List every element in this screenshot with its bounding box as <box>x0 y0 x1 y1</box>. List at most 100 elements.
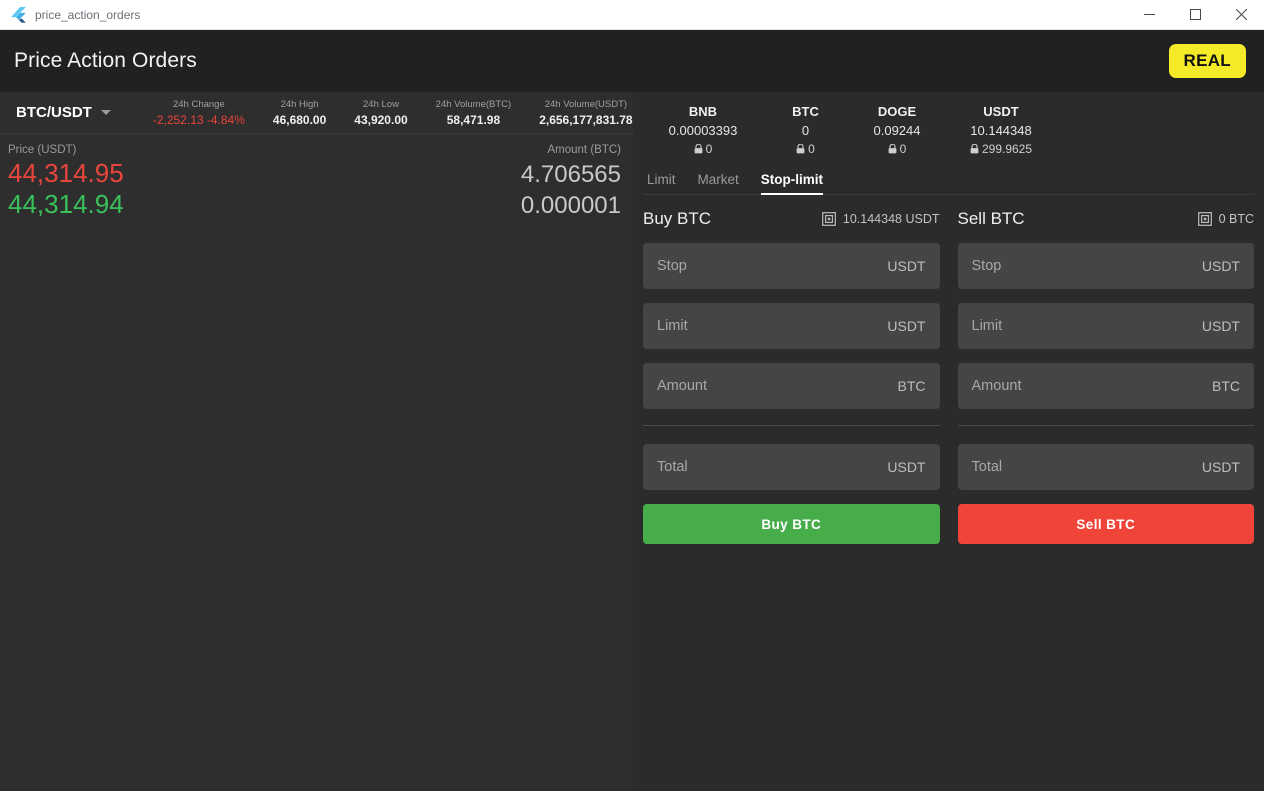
main-body: BTC/USDT 24h Change -2,252.13 -4.84% 24h… <box>0 92 1264 791</box>
stat-label: 24h Change <box>172 98 225 110</box>
buy-amount-placeholder: Amount <box>657 378 707 394</box>
sell-limit-field[interactable]: Limit USDT <box>957 303 1254 349</box>
trade-pane: BNB 0.00003393 0 BTC 0 0 DOGE 0.09244 0 … <box>633 92 1264 791</box>
balance-locked-value: 0 <box>705 142 713 156</box>
stat-24h-volume-usdt: 24h Volume(USDT) 2,656,177,831.78 <box>525 99 646 127</box>
balance-symbol: DOGE <box>877 104 917 119</box>
balance-btc: BTC 0 0 <box>763 104 848 156</box>
stat-label: 24h Volume(BTC) <box>435 98 512 110</box>
stat-label: 24h Volume(USDT) <box>544 98 628 110</box>
sell-submit-button[interactable]: Sell BTC <box>957 504 1254 544</box>
balance-bnb: BNB 0.00003393 0 <box>643 104 763 156</box>
stat-24h-volume-btc: 24h Volume(BTC) 58,471.98 <box>422 99 526 127</box>
balance-free: 0.09244 <box>873 123 921 138</box>
sell-limit-unit: USDT <box>1201 318 1240 334</box>
bid-amount: 0.000001 <box>520 192 621 219</box>
pair-selector[interactable]: BTC/USDT <box>16 104 111 121</box>
balances-strip: BNB 0.00003393 0 BTC 0 0 DOGE 0.09244 0 … <box>643 92 1254 156</box>
buy-stop-field[interactable]: Stop USDT <box>643 243 940 289</box>
trade-forms: Buy BTC 10.144348 USDT Stop USDT Limit U… <box>643 195 1254 544</box>
stat-24h-high: 24h High 46,680.00 <box>259 99 340 127</box>
window-title: price_action_orders <box>35 7 141 22</box>
stat-value: 2,656,177,831.78 <box>539 112 633 127</box>
buy-available-group: 10.144348 USDT <box>822 212 940 226</box>
ticker-strip: BTC/USDT 24h Change -2,252.13 -4.84% 24h… <box>0 92 633 134</box>
stat-value: 46,680.00 <box>272 112 327 127</box>
sell-total-placeholder: Total <box>971 459 1003 475</box>
tab-stop-limit[interactable]: Stop-limit <box>760 172 824 195</box>
orderbook-bid-row[interactable]: 44,314.94 0.000001 <box>0 189 633 220</box>
minimize-button[interactable] <box>1126 0 1172 30</box>
ask-price: 44,314.95 <box>8 158 124 188</box>
buy-total-field[interactable]: Total USDT <box>643 444 940 490</box>
sell-total-unit: USDT <box>1201 459 1240 475</box>
sell-form-title: Sell BTC <box>957 209 1025 228</box>
sell-amount-placeholder: Amount <box>971 378 1022 394</box>
lock-icon <box>970 144 979 154</box>
balance-locked: 0 <box>848 142 946 156</box>
buy-limit-unit: USDT <box>887 318 926 334</box>
stat-label: 24h High <box>280 98 319 110</box>
bid-price: 44,314.94 <box>8 189 124 219</box>
buy-submit-button[interactable]: Buy BTC <box>643 504 940 544</box>
orderbook-amount-header: Amount (BTC) <box>547 144 622 156</box>
balance-locked-value: 299.9625 <box>981 142 1033 156</box>
orderbook-ask-row[interactable]: 44,314.95 4.706565 <box>0 158 633 189</box>
balance-symbol: BTC <box>792 104 819 119</box>
sell-stop-field[interactable]: Stop USDT <box>957 243 1254 289</box>
flutter-logo-icon <box>11 6 26 23</box>
ask-amount: 4.706565 <box>520 161 621 188</box>
mode-badge: REAL <box>1168 44 1246 78</box>
sell-total-field[interactable]: Total USDT <box>957 444 1254 490</box>
balance-locked: 299.9625 <box>946 142 1056 156</box>
balance-free: 10.144348 <box>970 123 1032 138</box>
pair-label: BTC/USDT <box>16 104 92 121</box>
maximize-button[interactable] <box>1172 0 1218 30</box>
lock-icon <box>694 144 703 154</box>
sell-limit-placeholder: Limit <box>971 318 1003 334</box>
sell-amount-field[interactable]: Amount BTC <box>957 363 1254 409</box>
balance-doge: DOGE 0.09244 0 <box>848 104 946 156</box>
buy-limit-placeholder: Limit <box>657 318 688 334</box>
balance-locked-value: 0 <box>808 142 815 156</box>
balance-free: 0 <box>801 123 810 138</box>
lock-icon <box>796 144 805 154</box>
wallet-icon <box>822 212 836 226</box>
lock-icon <box>888 144 897 154</box>
page-title: Price Action Orders <box>14 49 197 72</box>
wallet-icon <box>1197 212 1212 226</box>
stat-label: 24h Low <box>363 98 399 110</box>
window-titlebar: price_action_orders <box>0 0 1264 30</box>
buy-amount-field[interactable]: Amount BTC <box>643 363 940 409</box>
orderbook-header: Price (USDT) Amount (BTC) <box>0 134 633 158</box>
tab-market[interactable]: Market <box>698 172 739 194</box>
buy-amount-unit: BTC <box>897 378 926 394</box>
balance-locked: 0 <box>643 142 763 156</box>
order-type-tabs: Limit Market Stop-limit <box>643 156 1254 195</box>
buy-stop-unit: USDT <box>887 258 926 274</box>
app-header: Price Action Orders REAL <box>0 30 1264 92</box>
buy-available-value: 10.144348 USDT <box>842 212 940 226</box>
minimize-icon <box>1143 14 1155 15</box>
buy-stop-placeholder: Stop <box>657 258 687 274</box>
buy-form-header: Buy BTC 10.144348 USDT <box>643 209 940 229</box>
orderbook-price-header: Price (USDT) <box>8 144 77 156</box>
buy-amount-slider[interactable] <box>643 425 940 426</box>
balance-locked-value: 0 <box>899 142 907 156</box>
window-controls <box>1126 0 1264 30</box>
titlebar-left-group: price_action_orders <box>0 6 1126 23</box>
balance-symbol: BNB <box>688 104 718 119</box>
close-button[interactable] <box>1218 0 1264 30</box>
sell-amount-slider[interactable] <box>957 425 1254 426</box>
maximize-icon <box>1189 9 1201 20</box>
buy-limit-field[interactable]: Limit USDT <box>643 303 940 349</box>
sell-stop-placeholder: Stop <box>971 258 1002 274</box>
chevron-down-icon <box>100 110 111 115</box>
buy-form: Buy BTC 10.144348 USDT Stop USDT Limit U… <box>643 209 940 544</box>
balance-usdt: USDT 10.144348 299.9625 <box>946 104 1056 156</box>
stat-value: 43,920.00 <box>354 112 408 127</box>
tab-limit[interactable]: Limit <box>647 172 676 194</box>
market-pane: BTC/USDT 24h Change -2,252.13 -4.84% 24h… <box>0 92 633 791</box>
balance-free: 0.00003393 <box>668 123 738 138</box>
balance-symbol: USDT <box>983 104 1019 119</box>
